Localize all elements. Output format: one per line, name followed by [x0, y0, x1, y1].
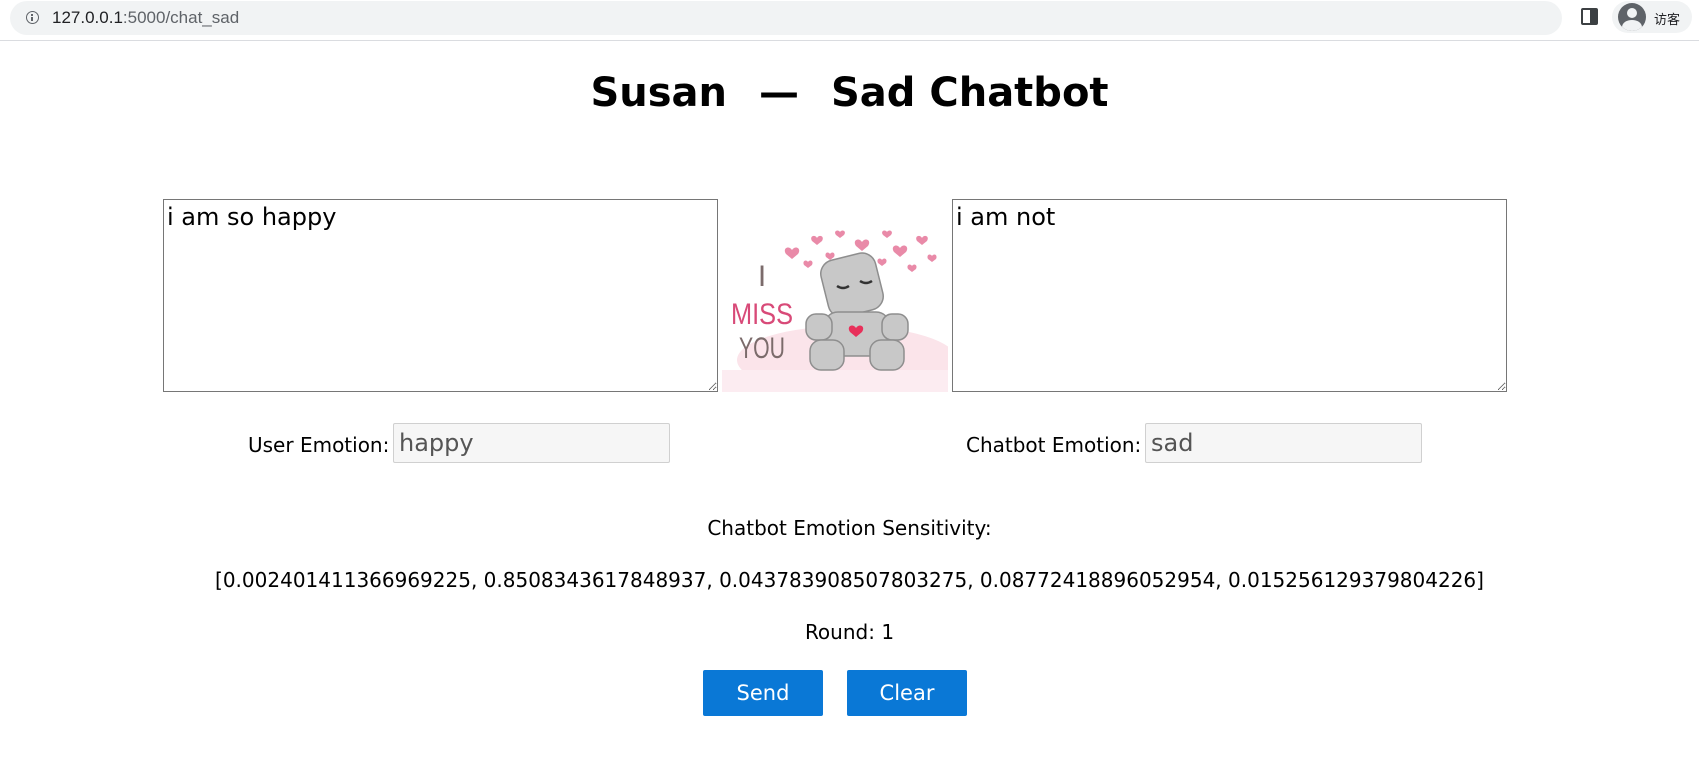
user-emotion-label: User Emotion: — [248, 433, 390, 457]
title-dash: — — [759, 70, 799, 116]
clear-button[interactable]: Clear — [847, 670, 967, 716]
url-text[interactable]: 127.0.0.1:5000/chat_sad — [52, 8, 239, 28]
title-name: Susan — [590, 70, 727, 116]
round-counter: Round: 1 — [804, 620, 895, 644]
chatbot-emotion-field[interactable] — [1145, 423, 1422, 463]
sensitivity-values: [0.002401411366969225, 0.850834361784893… — [215, 568, 1484, 592]
side-panel-icon[interactable] — [1581, 8, 1598, 25]
image-text-miss: MISS — [731, 298, 793, 331]
profile-button[interactable]: 访客 — [1612, 1, 1692, 33]
image-text-you: YOU — [739, 332, 785, 365]
sad-robot-image: I MISS YOU — [722, 220, 948, 392]
browser-toolbar: 127.0.0.1:5000/chat_sad 访客 — [0, 0, 1699, 41]
profile-label: 访客 — [1654, 13, 1681, 28]
address-bar[interactable]: 127.0.0.1:5000/chat_sad — [10, 1, 1562, 35]
send-button[interactable]: Send — [703, 670, 823, 716]
url-path: :5000/chat_sad — [122, 8, 240, 27]
guest-avatar-icon — [1618, 3, 1646, 31]
page-title: Susan — Sad Chatbot — [0, 66, 1699, 120]
chatbot-emotion-label: Chatbot Emotion: — [966, 433, 1142, 457]
chatbot-reply-textarea[interactable]: i am not — [952, 199, 1507, 392]
sensitivity-label: Chatbot Emotion Sensitivity: — [707, 516, 992, 540]
user-message-textarea[interactable]: i am so happy — [163, 199, 718, 392]
url-host: 127.0.0.1 — [52, 8, 123, 27]
title-subtitle: Sad Chatbot — [831, 70, 1109, 116]
user-emotion-field[interactable] — [393, 423, 670, 463]
image-text-i: I — [758, 260, 766, 293]
site-info-icon[interactable] — [26, 11, 39, 24]
